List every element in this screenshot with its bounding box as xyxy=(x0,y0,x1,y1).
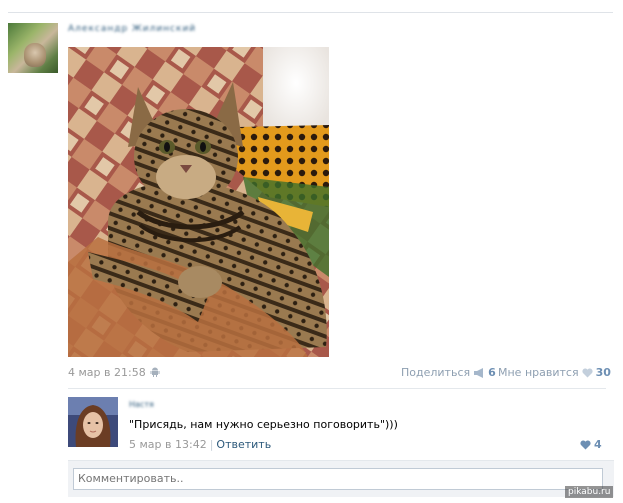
comment-meta-separator: | xyxy=(209,438,214,451)
top-divider xyxy=(8,12,613,13)
post-meta: 4 мар в 21:58 xyxy=(68,366,160,379)
post-author-name[interactable]: Александр Жилинский xyxy=(68,24,208,36)
comment-like-button[interactable]: 4 xyxy=(580,438,602,451)
comment-like-count: 4 xyxy=(594,438,602,451)
like-count: 30 xyxy=(595,366,611,379)
comment-author-name[interactable]: Настя xyxy=(129,400,169,410)
like-button[interactable]: Мне нравится 30 xyxy=(498,366,611,379)
share-label: Поделиться xyxy=(401,366,471,379)
comment-text: "Присядь, нам нужно серьезно поговорить"… xyxy=(129,418,398,431)
heart-icon xyxy=(582,367,593,377)
post-date[interactable]: 4 мар в 21:58 xyxy=(68,366,146,379)
post-photo-cat[interactable] xyxy=(68,47,329,357)
comments-divider xyxy=(68,388,606,389)
avatar-kitten-shape xyxy=(24,43,46,67)
reply-link[interactable]: Ответить xyxy=(216,438,271,451)
megaphone-icon xyxy=(474,367,484,378)
comment-meta: 5 мар в 13:42 | Ответить xyxy=(129,438,271,451)
comment-date[interactable]: 5 мар в 13:42 xyxy=(129,438,207,451)
like-label: Мне нравится xyxy=(498,366,579,379)
share-button[interactable]: Поделиться 6 xyxy=(401,366,496,379)
android-icon xyxy=(150,367,160,377)
post-author-avatar[interactable] xyxy=(8,23,58,73)
comment-author-avatar[interactable] xyxy=(68,397,118,447)
comment-input[interactable] xyxy=(73,468,603,490)
heart-icon xyxy=(580,439,591,449)
site-watermark: pikabu.ru xyxy=(565,486,614,498)
comment-form xyxy=(68,460,614,497)
share-count: 6 xyxy=(488,366,496,379)
